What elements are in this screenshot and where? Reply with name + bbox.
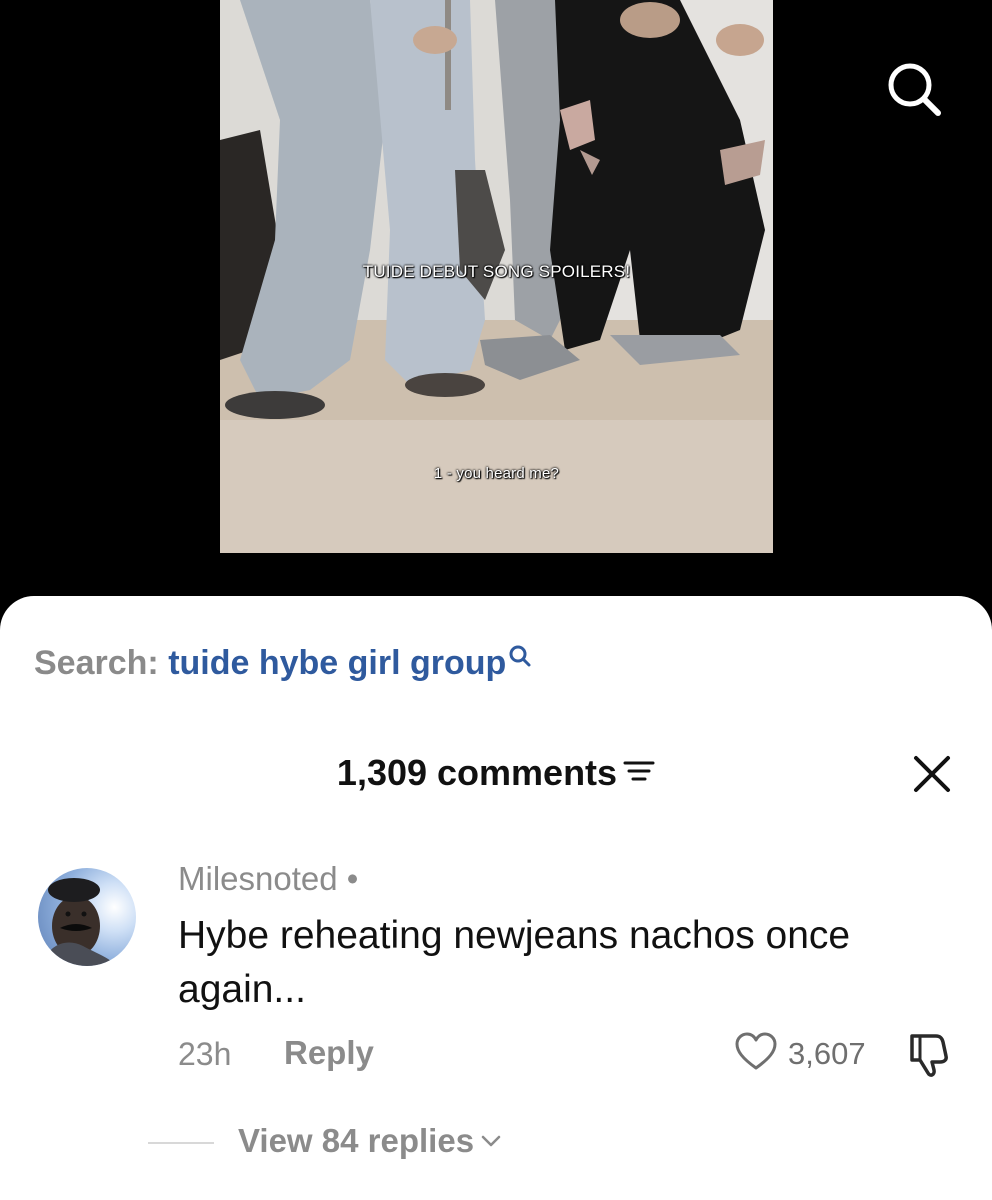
tiktok-screen: TUIDE DEBUT SONG SPOILERS! 1 - you heard…: [0, 0, 992, 1200]
avatar[interactable]: [38, 868, 136, 966]
search-prefix-label: Search:: [34, 644, 159, 682]
view-replies-label: View 84 replies: [238, 1122, 475, 1159]
heart-icon: [734, 1032, 778, 1077]
like-count: 3,607: [788, 1036, 866, 1071]
like-button[interactable]: 3,607: [734, 1032, 866, 1076]
search-mini-icon: [508, 640, 532, 679]
comment-username[interactable]: Milesnoted •: [178, 860, 358, 898]
dislike-icon[interactable]: [906, 1032, 956, 1078]
video-caption-subtitle: 1 - you heard me?: [433, 465, 560, 482]
filter-icon[interactable]: [623, 751, 655, 793]
video-caption-title: TUIDE DEBUT SONG SPOILERS!: [362, 262, 631, 281]
reply-button[interactable]: Reply: [284, 1034, 374, 1072]
search-icon[interactable]: [880, 55, 950, 125]
chevron-down-icon: [481, 1136, 501, 1147]
view-replies-button[interactable]: View 84 replies: [238, 1122, 502, 1160]
search-suggestion-term[interactable]: tuide hybe girl group: [168, 644, 506, 682]
comment-text: Hybe reheating newjeans nachos once agai…: [178, 914, 851, 1011]
comments-header: 1,309 comments: [0, 752, 992, 794]
video-player[interactable]: TUIDE DEBUT SONG SPOILERS! 1 - you heard…: [220, 0, 773, 553]
close-icon[interactable]: [910, 752, 954, 796]
search-suggestion[interactable]: Search: tuide hybe girl group: [34, 644, 532, 683]
comment-timestamp: 23h: [178, 1036, 232, 1072]
comments-sheet: Search: tuide hybe girl group 1,309 comm…: [0, 596, 992, 1200]
comments-count-title: 1,309 comments: [336, 752, 618, 793]
replies-divider: [148, 1142, 214, 1144]
